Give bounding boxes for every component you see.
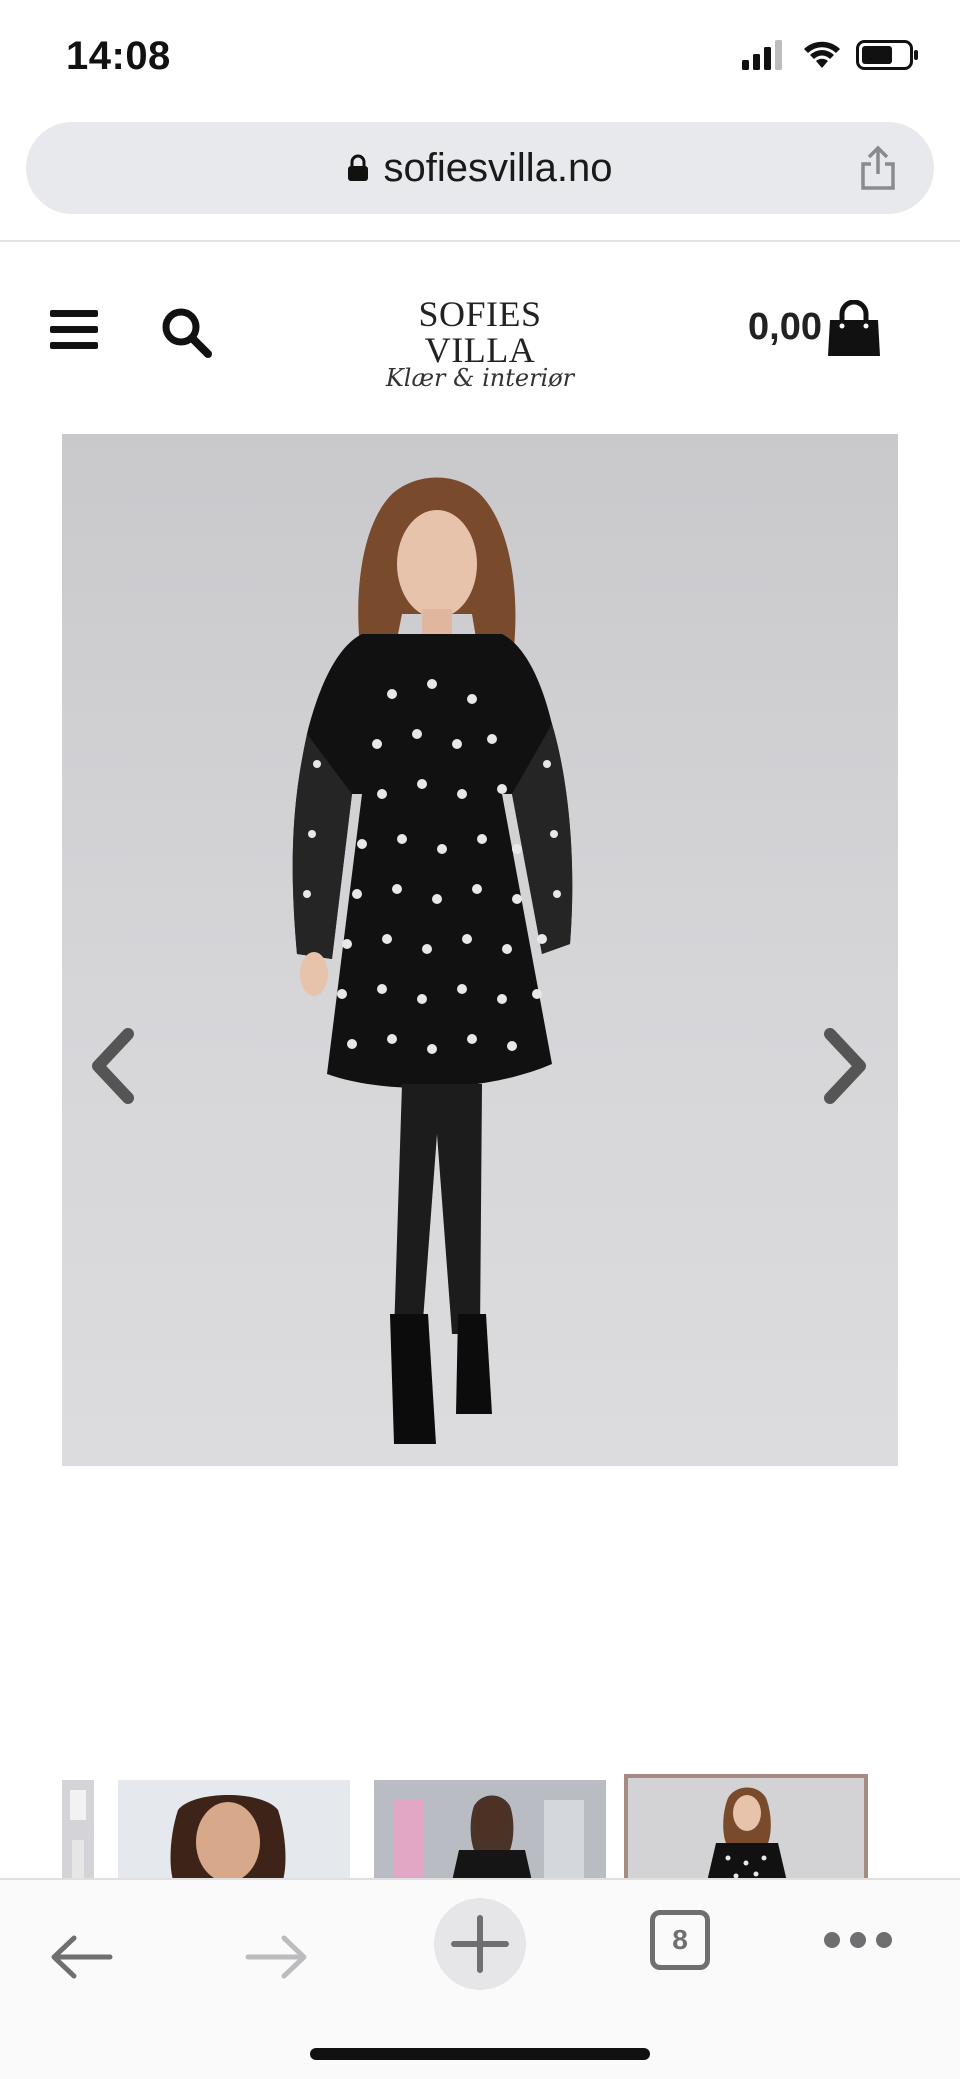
logo-main-text: SOFIES VILLA [418,294,542,370]
more-dot [850,1932,866,1948]
thumbnail-0-image [62,1780,94,1880]
url-content: sofiesvilla.no [26,122,934,214]
status-time: 14:08 [66,34,171,78]
signal-icon [742,40,782,70]
battery-icon [856,40,918,70]
cart-amount[interactable]: 0,00 [748,306,822,349]
product-image[interactable] [62,434,898,1466]
shopping-bag-icon[interactable] [826,300,882,358]
thumbnail-strip [0,1770,960,1880]
home-indicator[interactable] [310,2048,650,2060]
more-options-icon[interactable] [824,1932,892,1948]
site-logo[interactable]: SOFIES VILLA Klær & interiør [360,296,600,390]
logo-sub-text: Klær & interiør [385,364,575,392]
plus-icon [451,1915,509,1973]
browser-toolbar: 8 [0,1878,960,2079]
address-bar[interactable]: sofiesvilla.no [26,122,934,214]
site-header: SOFIES VILLA Klær & interiør 0,00 [0,260,960,400]
thumbnail-2-image [374,1780,606,1880]
share-icon[interactable] [858,144,898,192]
chevron-right-icon[interactable] [818,1026,874,1106]
tabs-button[interactable]: 8 [650,1910,710,1970]
thumbnail-1-image [118,1780,350,1880]
back-arrow-icon[interactable] [48,1932,114,1982]
hamburger-menu-icon[interactable] [50,310,98,350]
wifi-icon [804,41,840,68]
thumbnail-3-image [628,1778,864,1880]
divider [0,240,960,242]
lock-icon [348,154,369,181]
status-icons [742,40,920,70]
thumbnail-3-selected[interactable] [624,1774,868,1880]
url-text: sofiesvilla.no [383,145,613,190]
thumbnail-2[interactable] [374,1780,606,1880]
thumbnail-0[interactable] [62,1780,94,1880]
status-bar: 14:08 [0,0,960,118]
more-dot [876,1932,892,1948]
more-dot [824,1932,840,1948]
new-tab-button[interactable] [434,1898,526,1990]
chevron-left-icon[interactable] [84,1026,140,1106]
thumbnail-1[interactable] [118,1780,350,1880]
product-photo-model [292,477,573,1444]
search-icon[interactable] [160,306,214,360]
forward-arrow-icon[interactable] [244,1932,310,1982]
